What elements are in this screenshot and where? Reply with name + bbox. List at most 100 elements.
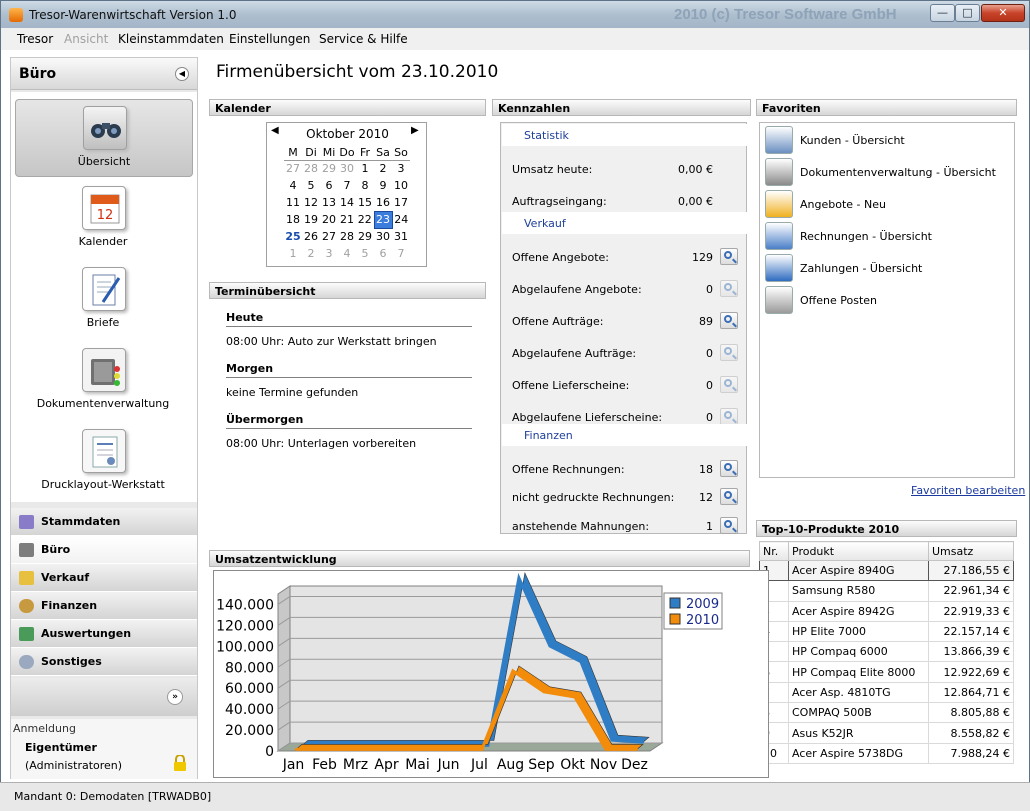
lock-icon[interactable] [173,754,187,771]
calendar-day[interactable]: 3 [320,245,338,262]
calendar-day[interactable]: 7 [338,177,356,194]
kpi-search-button[interactable] [720,344,738,361]
calendar-day[interactable]: 30 [338,160,356,177]
favorite-item[interactable]: Zahlungen - Übersicht [764,253,1014,283]
calendar-day[interactable]: 11 [284,194,302,211]
kpi-search-button[interactable] [720,408,738,425]
edit-favorites-link[interactable]: Favoriten bearbeiten [911,484,1025,497]
calendar-day[interactable]: 16 [374,194,392,211]
calendar-day[interactable]: 1 [284,245,302,262]
menu-tresor[interactable]: Tresor [17,32,53,46]
table-row[interactable]: 6HP Compaq Elite 800012.922,69 € [759,661,1014,683]
maximize-button[interactable]: □ [955,4,980,22]
calendar-day[interactable]: 29 [320,160,338,177]
nav-tile-uebersicht[interactable]: Übersicht [15,99,193,177]
section-verkauf[interactable]: Verkauf [11,564,197,592]
calendar-day[interactable]: 27 [320,228,338,245]
calendar-day[interactable]: 18 [284,211,302,228]
calendar-day[interactable]: 14 [338,194,356,211]
table-row[interactable]: 1Acer Aspire 8940G27.186,55 € [759,559,1014,582]
menu-ansicht[interactable]: Ansicht [64,32,108,46]
section-stammdaten[interactable]: Stammdaten [11,508,197,536]
column-header-produkt[interactable]: Produkt [788,541,929,561]
table-row[interactable]: 4HP Elite 700022.157,14 € [759,620,1014,643]
favorite-item[interactable]: Kunden - Übersicht [764,125,1014,155]
kpi-search-button[interactable] [720,517,738,534]
menu-einstellungen[interactable]: Einstellungen [229,32,310,46]
calendar-day[interactable]: 10 [392,177,410,194]
appointment-entry[interactable]: 08:00 Uhr: Unterlagen vorbereiten [226,437,416,450]
calendar-day[interactable]: 19 [302,211,320,228]
calendar-day[interactable]: 6 [320,177,338,194]
calendar-day[interactable]: 8 [356,177,374,194]
calendar-day[interactable]: 3 [392,160,410,177]
sidebar-collapse-button[interactable]: ◀ [175,67,189,81]
favorite-item[interactable]: Dokumentenverwaltung - Übersicht [764,157,1014,187]
kpi-search-button[interactable] [720,280,738,297]
calendar-next-button[interactable]: ▶ [411,125,419,136]
calendar-day[interactable]: 31 [392,228,410,245]
calendar-day[interactable]: 5 [302,177,320,194]
table-row[interactable]: 9Asus K52JR8.558,82 € [759,722,1014,744]
calendar-day[interactable]: 20 [320,211,338,228]
table-row[interactable]: 5HP Compaq 600013.866,39 € [759,641,1014,663]
favorite-item[interactable]: Rechnungen - Übersicht [764,221,1014,251]
calendar-day[interactable]: 24 [392,211,410,228]
calendar-day[interactable]: 1 [356,160,374,177]
minimize-button[interactable]: — [930,4,955,22]
table-row[interactable]: 8COMPAQ 500B8.805,88 € [759,702,1014,724]
favorite-item[interactable]: Offene Posten [764,285,1014,315]
calendar-day[interactable]: 27 [284,160,302,177]
section-finanzen[interactable]: Finanzen [11,592,197,620]
kpi-search-button[interactable] [720,376,738,393]
column-header-umsatz[interactable]: Umsatz [928,541,1014,561]
table-row[interactable]: 2Samsung R58022.961,34 € [759,580,1014,602]
title-bar[interactable]: Tresor-Warenwirtschaft Version 1.0 2010 … [0,0,1030,28]
calendar-day[interactable]: 9 [374,177,392,194]
calendar-day[interactable]: 25 [284,228,302,245]
calendar-day[interactable]: 28 [302,160,320,177]
table-row[interactable]: 7Acer Asp. 4810TG12.864,71 € [759,681,1014,704]
section-auswertungen[interactable]: Auswertungen [11,620,197,648]
calendar-week: 11 12 13 14 15 16 17 [284,194,410,211]
calendar-day[interactable]: 17 [392,194,410,211]
section-buero[interactable]: Büro [11,536,197,564]
nav-tile-briefe[interactable]: Briefe [15,261,193,339]
close-button[interactable]: ✕ [981,4,1025,22]
calendar-day[interactable]: 29 [356,228,374,245]
calendar-day[interactable]: 15 [356,194,374,211]
menu-service-hilfe[interactable]: Service & Hilfe [319,32,408,46]
calendar-day[interactable]: 2 [302,245,320,262]
calendar-day[interactable]: 28 [338,228,356,245]
nav-tile-dokumentenverwaltung[interactable]: Dokumentenverwaltung [15,342,193,420]
calendar-day[interactable]: 23 [373,210,393,229]
section-sonstiges[interactable]: Sonstiges [11,648,197,676]
calendar-day[interactable]: 2 [374,160,392,177]
more-sections-button[interactable]: » [167,689,183,705]
calendar-day[interactable]: 22 [356,211,374,228]
calendar-day[interactable]: 30 [374,228,392,245]
kpi-search-button[interactable] [720,460,738,477]
calendar-day[interactable]: 13 [320,194,338,211]
menu-kleinstammdaten[interactable]: Kleinstammdaten [118,32,224,46]
calendar-day[interactable]: 26 [302,228,320,245]
calendar-day[interactable]: 4 [338,245,356,262]
cell-produkt: Acer Aspire 8942G [788,600,929,622]
kpi-search-button[interactable] [720,248,738,265]
column-header-nr[interactable]: Nr. [759,541,789,561]
calendar-day[interactable]: 5 [356,245,374,262]
table-row[interactable]: 10 Acer Aspire 5738DG 7.988,24 € [759,742,1014,765]
kpi-search-button[interactable] [720,488,738,505]
calendar-day[interactable]: 7 [392,245,410,262]
calendar-day[interactable]: 6 [374,245,392,262]
appointment-entry[interactable]: 08:00 Uhr: Auto zur Werkstatt bringen [226,335,437,348]
favorite-item[interactable]: Angebote - Neu [764,189,1014,219]
appointment-entry[interactable]: keine Termine gefunden [226,386,358,399]
table-row[interactable]: 3Acer Aspire 8942G22.919,33 € [759,600,1014,622]
calendar-day[interactable]: 21 [338,211,356,228]
calendar-day[interactable]: 4 [284,177,302,194]
calendar-day[interactable]: 12 [302,194,320,211]
nav-tile-kalender[interactable]: 12 Kalender [15,180,193,258]
kpi-search-button[interactable] [720,312,738,329]
nav-tile-drucklayout-werkstatt[interactable]: Drucklayout-Werkstatt [15,423,193,501]
